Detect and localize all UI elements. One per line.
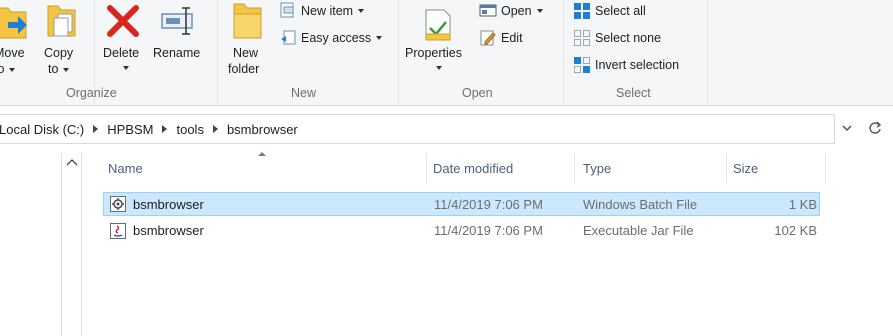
chevron-down-icon (376, 36, 383, 40)
chevron-down-icon (63, 67, 70, 72)
chevron-down-icon (536, 9, 543, 13)
easy-access-icon (279, 29, 297, 47)
edit-label: Edit (501, 31, 523, 45)
column-header-size-label: Size (733, 161, 759, 176)
select-all-button[interactable]: Select all (573, 0, 646, 22)
open-label: Open (501, 4, 532, 18)
properties-icon (425, 9, 451, 41)
group-label-select: Select (616, 86, 651, 100)
copy-to-icon (47, 5, 76, 37)
delete-button[interactable]: Delete (101, 0, 147, 80)
file-name: bsmbrowser (133, 197, 204, 212)
new-item-label: New item (301, 4, 354, 18)
easy-access-button[interactable]: Easy access (279, 27, 383, 49)
navigation-pane-scrollbar[interactable] (61, 153, 82, 336)
file-row[interactable]: bsmbrowser 11/4/2019 7:06 PM Windows Bat… (103, 192, 820, 216)
edit-button[interactable]: Edit (479, 27, 523, 49)
address-bar[interactable]: Local Disk (C:) HPBSM tools bsmbrowser (0, 114, 835, 144)
breadcrumb-hpbsm[interactable]: HPBSM (107, 122, 153, 137)
rename-label: Rename (153, 46, 201, 60)
chevron-down-icon[interactable] (842, 124, 852, 132)
file-row[interactable]: bsmbrowser 11/4/2019 7:06 PM Executable … (103, 219, 820, 243)
rename-button[interactable]: Rename (152, 0, 206, 80)
invert-selection-button[interactable]: Invert selection (573, 54, 679, 76)
column-header-date-modified[interactable]: Date modified (427, 154, 575, 183)
delete-label: Delete (103, 46, 140, 60)
chevron-down-icon (9, 67, 16, 72)
column-header-name-label: Name (108, 161, 143, 176)
new-folder-button[interactable]: New folder (226, 0, 268, 80)
column-header-size[interactable]: Size (727, 154, 826, 183)
new-item-button[interactable]: New item (279, 0, 365, 22)
copy-to-label-line2: to (48, 61, 70, 77)
chevron-down-icon (123, 66, 129, 70)
chevron-right-icon[interactable] (93, 125, 99, 133)
new-folder-label-line1: New (233, 46, 259, 60)
copy-to-button[interactable]: Copy to (42, 0, 82, 80)
file-date-modified: 11/4/2019 7:06 PM (434, 197, 543, 212)
new-folder-icon (233, 3, 262, 39)
select-all-label: Select all (595, 4, 646, 18)
scroll-up-arrow-icon[interactable] (66, 158, 78, 166)
sort-ascending-icon (258, 152, 266, 156)
group-label-new: New (291, 86, 317, 100)
select-none-icon (573, 29, 591, 47)
move-to-icon (0, 7, 27, 39)
chevron-right-icon[interactable] (212, 125, 218, 133)
properties-button[interactable]: Properties (404, 0, 472, 80)
file-size: 102 KB (774, 223, 817, 238)
column-header-type-label: Type (583, 161, 612, 176)
move-to-label-line1: Move (0, 46, 25, 60)
file-size: 1 KB (788, 197, 817, 212)
jar-file-icon (110, 223, 126, 239)
select-none-label: Select none (595, 31, 662, 45)
file-type: Windows Batch File (583, 197, 698, 212)
breadcrumb-bsmbrowser[interactable]: bsmbrowser (227, 122, 298, 137)
group-label-open: Open (462, 86, 493, 100)
open-icon (479, 2, 497, 20)
ribbon: Move to Copy to Delete Rename Organize (0, 0, 893, 106)
rename-icon (161, 7, 193, 35)
chevron-down-icon (436, 66, 442, 70)
breadcrumb-tools[interactable]: tools (176, 122, 203, 137)
invert-selection-label: Invert selection (595, 58, 680, 72)
batch-file-icon (110, 196, 126, 212)
column-header-date-label: Date modified (433, 161, 514, 176)
select-none-button[interactable]: Select none (573, 27, 661, 49)
column-header-type[interactable]: Type (575, 154, 727, 183)
group-label-organize: Organize (66, 86, 117, 100)
file-date-modified: 11/4/2019 7:06 PM (434, 223, 543, 238)
easy-access-label: Easy access (301, 31, 372, 45)
move-to-button[interactable]: Move to (0, 0, 32, 80)
move-to-label-line2: to (0, 61, 16, 77)
ribbon-separator (707, 0, 708, 104)
delete-x-icon (107, 5, 139, 37)
refresh-icon[interactable] (868, 121, 882, 135)
file-name: bsmbrowser (133, 223, 204, 238)
edit-pencil-icon (479, 29, 497, 47)
copy-to-label-text: to (48, 62, 59, 76)
move-to-label-text: to (0, 62, 5, 76)
open-button[interactable]: Open (479, 0, 543, 22)
chevron-right-icon[interactable] (162, 125, 168, 133)
file-type: Executable Jar File (583, 223, 694, 238)
properties-label: Properties (405, 46, 462, 60)
ribbon-separator (563, 0, 564, 104)
invert-selection-icon (573, 56, 591, 74)
breadcrumb-local-disk[interactable]: Local Disk (C:) (0, 122, 84, 137)
column-header-name[interactable]: Name (103, 154, 427, 183)
select-all-icon (573, 2, 591, 20)
ribbon-separator (217, 0, 218, 104)
chevron-down-icon (358, 9, 365, 13)
ribbon-separator (398, 0, 399, 104)
copy-to-label-line1: Copy (44, 46, 74, 60)
new-item-icon (279, 2, 297, 20)
new-folder-label-line2: folder (228, 62, 260, 76)
